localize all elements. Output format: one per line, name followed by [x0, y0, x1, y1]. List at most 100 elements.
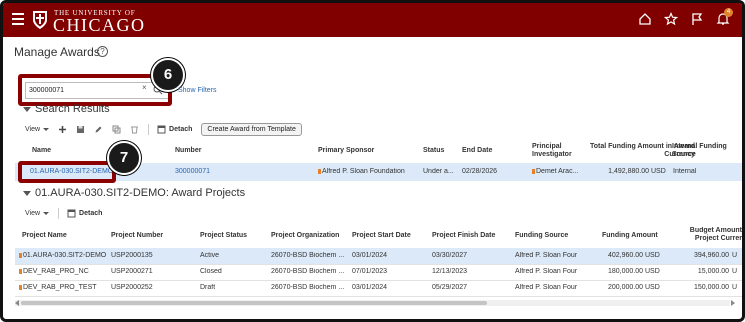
project-start-date: 07/01/2023 [352, 268, 388, 275]
detach-button[interactable]: Detach [157, 125, 192, 134]
menu-icon[interactable] [12, 13, 24, 25]
page-title: Manage Awards [14, 45, 100, 59]
star-icon[interactable] [664, 12, 678, 26]
award-projects-header[interactable]: 01.AURA-030.SIT2-DEMO: Award Projects [23, 187, 245, 199]
budget-amount: 394,960.00 [693, 252, 729, 259]
flag-marker-icon [19, 253, 22, 258]
col-project-name[interactable]: Project Name [22, 232, 67, 240]
budget-amount-header-line1: Budget Amount [689, 227, 742, 234]
add-icon[interactable] [58, 125, 67, 134]
col-primary-sponsor[interactable]: Primary Sponsor [318, 147, 374, 155]
duplicate-icon[interactable] [112, 125, 121, 134]
col-project-organization[interactable]: Project Organization [271, 232, 339, 240]
budget-currency: U [732, 284, 738, 291]
col-status[interactable]: Status [423, 147, 444, 155]
budget-amount: 15,000.00 [697, 268, 729, 275]
award-projects-title: 01.AURA-030.SIT2-DEMO: Award Projects [35, 187, 246, 199]
delete-icon[interactable] [130, 125, 139, 134]
scroll-right-icon[interactable] [731, 300, 735, 306]
view-menu[interactable]: View [25, 126, 50, 133]
project-number: USP2000135 [111, 252, 153, 259]
col-principal-investigator[interactable]: Principal Investigator [532, 143, 580, 159]
show-filters-link[interactable]: Show Filters [178, 87, 217, 94]
principal-investigator: Demet Arac... [532, 168, 578, 175]
notification-badge: 4 [724, 8, 733, 17]
collapse-icon[interactable] [23, 106, 31, 112]
col-number[interactable]: Number [175, 147, 201, 155]
budget-currency: U [732, 252, 738, 259]
funding-source: Alfred P. Sloan Four [515, 268, 578, 275]
project-start-date: 03/01/2024 [352, 284, 388, 291]
create-award-from-template-button[interactable]: Create Award from Template [201, 123, 302, 136]
step-7-callout: 7 [107, 141, 141, 175]
view-label: View [25, 126, 41, 133]
collapse-icon[interactable] [23, 190, 31, 196]
primary-sponsor-value: Alfred P. Sloan Foundation [322, 168, 405, 175]
notifications[interactable]: 4 [716, 8, 733, 26]
total-funding-currency: USD [651, 168, 666, 175]
funding-currency: USD [645, 284, 660, 291]
project-status: Draft [200, 284, 216, 291]
budget-amount-header-line2: Project Currer [694, 235, 742, 242]
toolbar-divider [58, 208, 60, 219]
project-name-value: DEV_RAB_PRO_TEST [23, 284, 97, 291]
funding-amount: 402,960.00 [607, 252, 643, 259]
project-name-value: 01.AURA-030.SIT2-DEMO [23, 252, 107, 259]
detach-icon [67, 209, 76, 218]
project-name-value: DEV_RAB_PRO_NC [23, 268, 89, 275]
home-icon[interactable] [638, 12, 652, 26]
funding-currency: USD [645, 252, 660, 259]
funding-source: Alfred P. Sloan Four [515, 284, 578, 291]
help-icon[interactable]: ? [97, 46, 108, 57]
col-end-date[interactable]: End Date [462, 147, 492, 155]
award-end-date: 02/28/2026 [462, 168, 498, 175]
project-status: Active [200, 252, 220, 259]
row-divider [15, 264, 742, 265]
col-project-status[interactable]: Project Status [200, 232, 247, 240]
flag-marker-icon [19, 269, 22, 274]
col-funding-amount[interactable]: Funding Amount [602, 232, 658, 240]
flag-icon[interactable] [690, 12, 704, 26]
funding-currency: USD [645, 268, 660, 275]
flag-marker-icon [318, 169, 321, 174]
col-project-number[interactable]: Project Number [111, 232, 163, 240]
project-name[interactable]: DEV_RAB_PRO_TEST [19, 284, 97, 291]
scroll-left-icon[interactable] [15, 300, 19, 306]
university-shield-icon [33, 11, 47, 29]
funding-source: Alfred P. Sloan Four [515, 252, 578, 259]
result-highlight [18, 161, 116, 183]
project-name[interactable]: 01.AURA-030.SIT2-DEMO [19, 252, 106, 259]
col-project-start-date[interactable]: Project Start Date [352, 232, 411, 240]
col-name[interactable]: Name [32, 147, 51, 155]
col-budget-amount[interactable]: Budget Amount Project Currer [675, 227, 742, 243]
project-name[interactable]: DEV_RAB_PRO_NC [19, 268, 89, 275]
detach-button[interactable]: Detach [67, 209, 102, 218]
save-icon[interactable] [76, 125, 85, 134]
primary-sponsor: Alfred P. Sloan Foundation [318, 168, 405, 175]
search-results-title: Search Results [35, 103, 110, 115]
col-project-finish-date[interactable]: Project Finish Date [432, 232, 495, 240]
project-organization: 26070-BSD Biochem ... [271, 284, 345, 291]
internal-funding: Internal [673, 168, 697, 175]
project-organization: 26070-BSD Biochem ... [271, 252, 345, 259]
top-bar: THE UNIVERSITY OF CHICAGO 4 [3, 3, 742, 37]
search-highlight [18, 74, 172, 106]
col-internal-funding[interactable]: Internal Funding Source [672, 143, 734, 159]
award-number-link[interactable]: 300000071 [175, 168, 210, 175]
view-menu[interactable]: View [25, 210, 50, 217]
university-name: CHICAGO [53, 15, 146, 35]
edit-icon[interactable] [94, 125, 103, 134]
row-divider [15, 280, 742, 281]
scrollbar-thumb[interactable] [21, 301, 487, 305]
funding-amount: 180,000.00 [607, 268, 643, 275]
col-funding-source[interactable]: Funding Source [515, 232, 568, 240]
project-start-date: 03/01/2024 [352, 252, 388, 259]
project-organization: 26070-BSD Biochem ... [271, 268, 345, 275]
budget-currency: U [732, 268, 738, 275]
flag-marker-icon [19, 285, 22, 290]
project-finish-date: 05/29/2027 [432, 284, 468, 291]
search-results-header[interactable]: Search Results [23, 103, 110, 115]
app-frame: THE UNIVERSITY OF CHICAGO 4 Manage Award… [0, 0, 745, 322]
principal-investigator-value: Demet Arac... [536, 168, 579, 175]
row-divider [15, 296, 742, 297]
